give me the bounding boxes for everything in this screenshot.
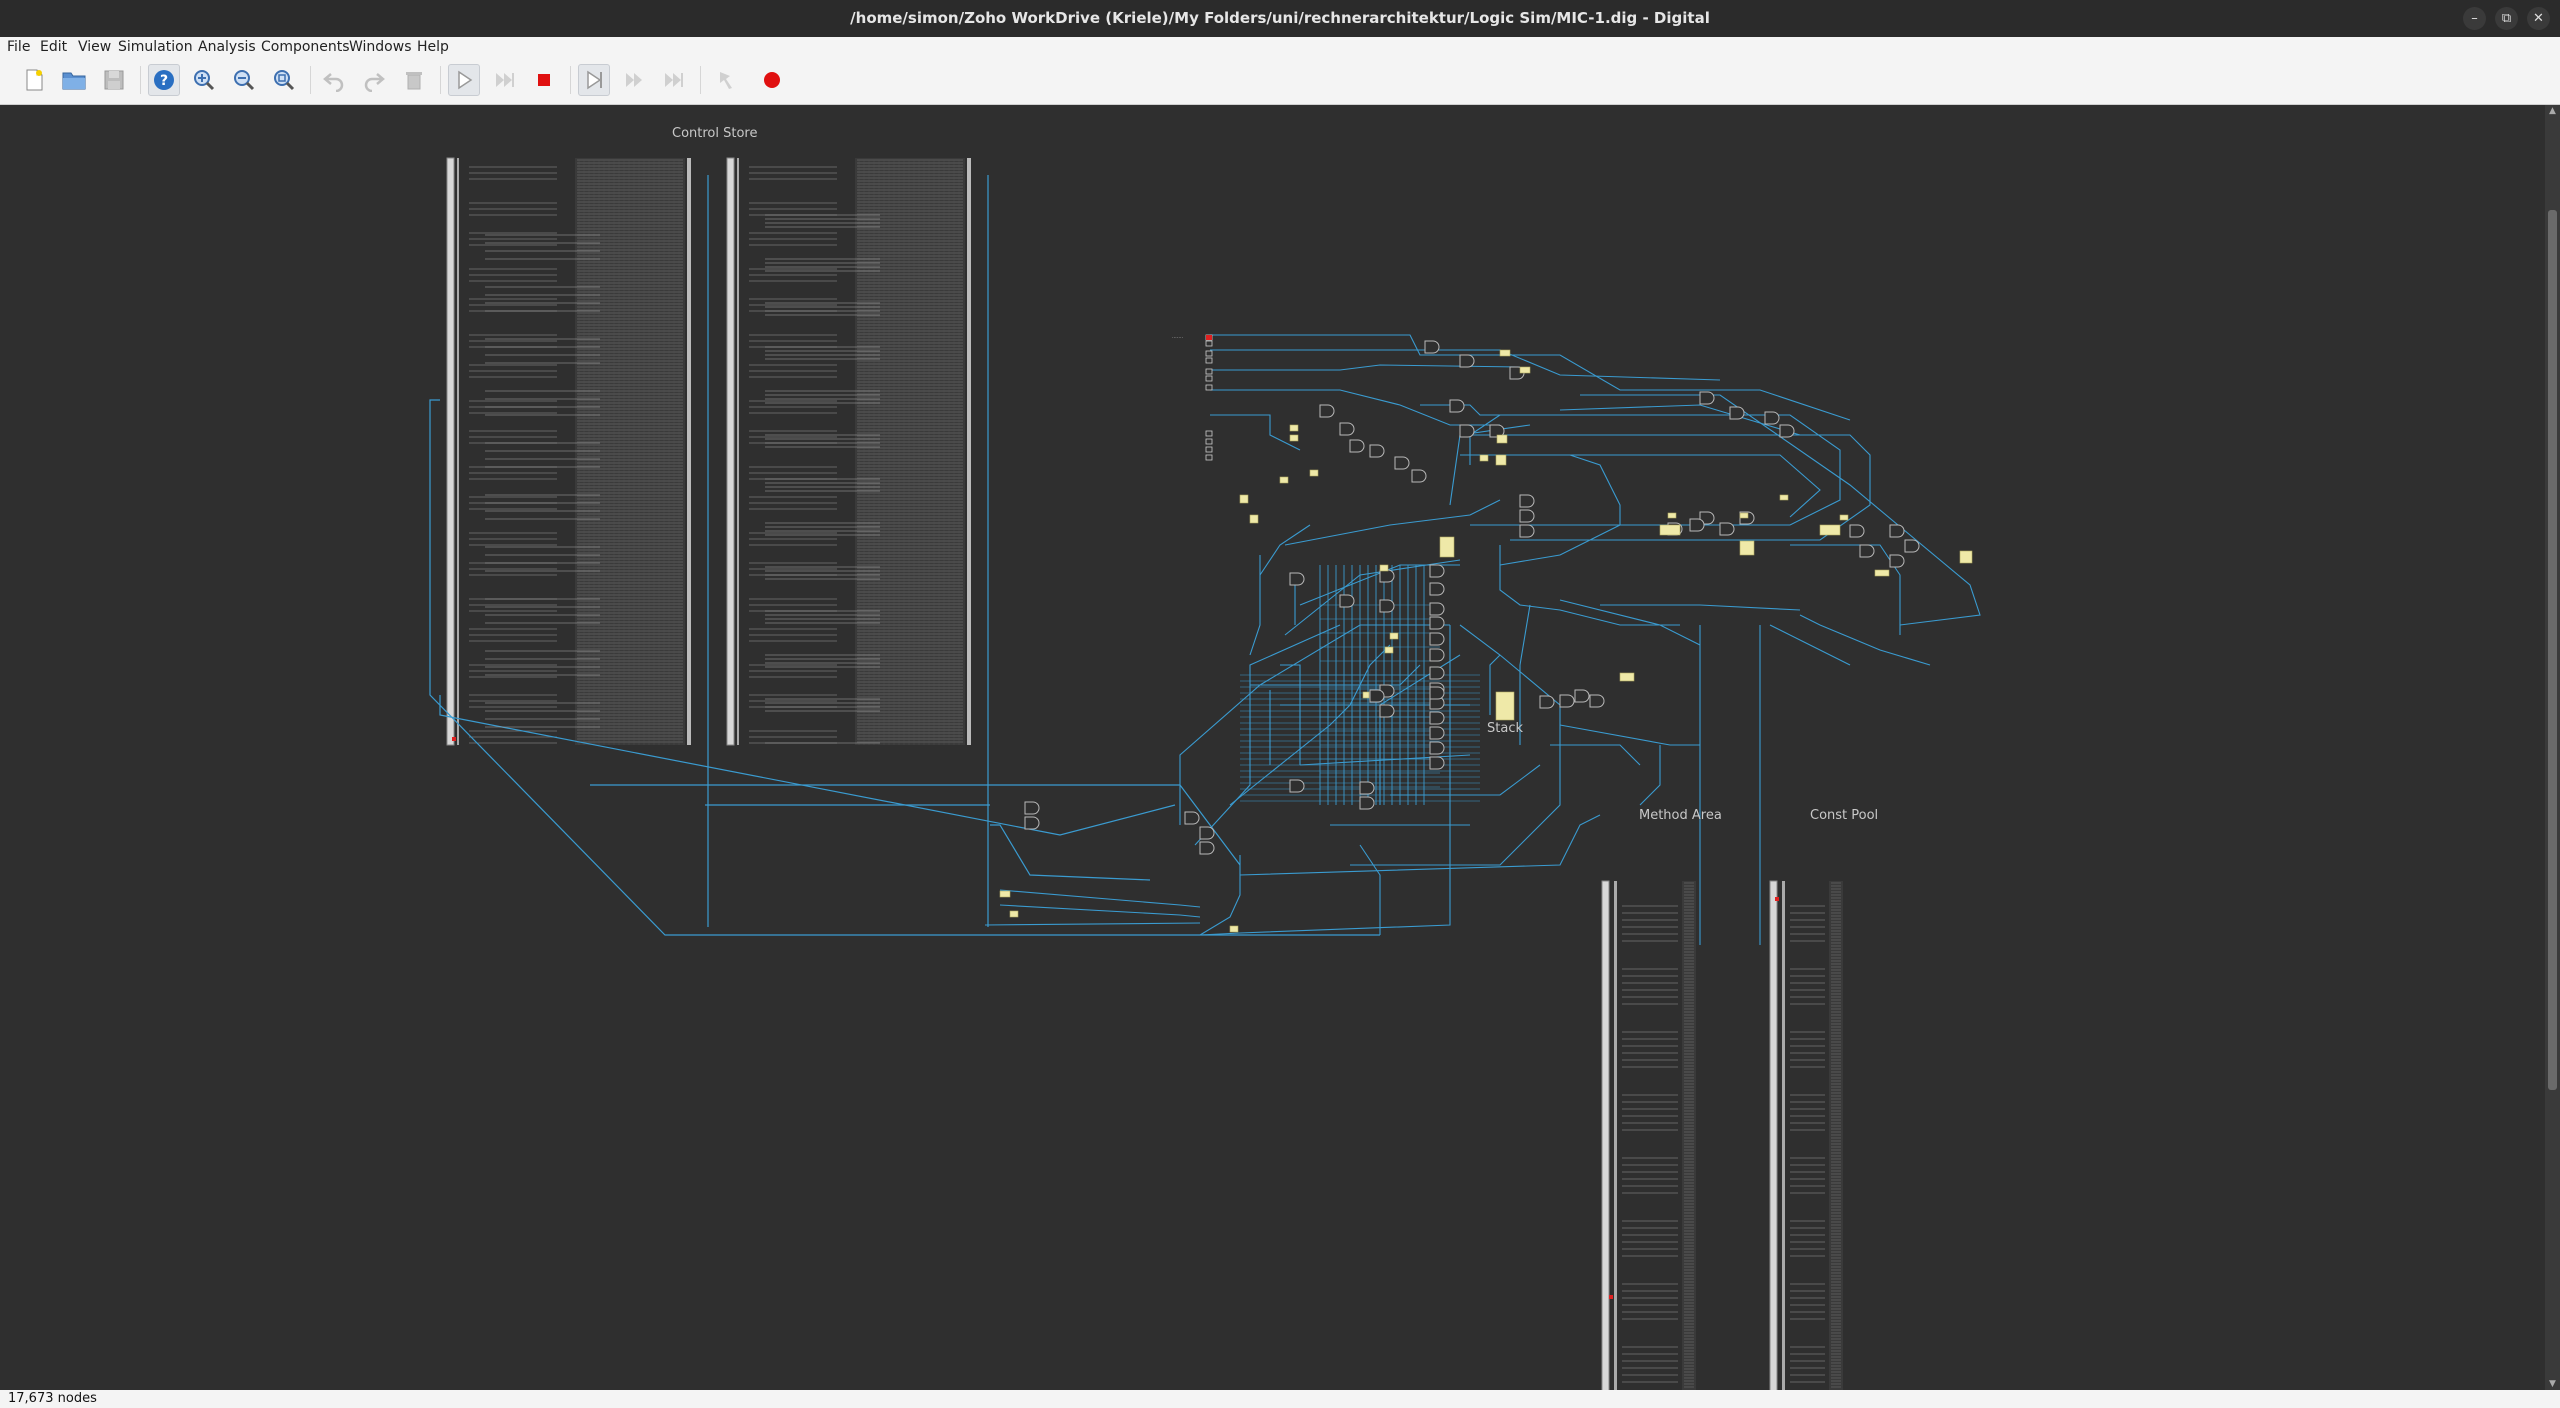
menu-windows[interactable]: Windows: [349, 37, 412, 57]
menu-edit[interactable]: Edit: [40, 37, 67, 57]
stop-simulation-icon[interactable]: [528, 64, 560, 96]
analysis-icon[interactable]: [712, 64, 744, 96]
stack-label: Stack: [1487, 721, 1523, 736]
circuit-diagram: ·······: [429, 157, 1981, 1390]
undo-icon[interactable]: [318, 64, 350, 96]
zoom-fit-icon[interactable]: [268, 64, 300, 96]
toolbar: ?: [0, 57, 2560, 105]
help-icon[interactable]: ?: [148, 64, 180, 96]
menu-help[interactable]: Help: [417, 37, 449, 57]
vertical-scrollbar[interactable]: ▲ ▼: [2545, 105, 2560, 1390]
menu-view[interactable]: View: [78, 37, 111, 57]
single-step-icon[interactable]: [578, 64, 610, 96]
close-icon[interactable]: ✕: [2527, 7, 2550, 30]
menu-simulation[interactable]: Simulation: [118, 37, 193, 57]
start-simulation-icon[interactable]: [448, 64, 480, 96]
menu-file[interactable]: File: [7, 37, 30, 57]
circuit-canvas[interactable]: ······· Control Store Stack Method Area …: [0, 105, 2545, 1390]
node-count: 17,673 nodes: [8, 1391, 97, 1406]
scroll-down-icon[interactable]: ▼: [2545, 1378, 2560, 1390]
zoom-in-icon[interactable]: [188, 64, 220, 96]
run-to-break-icon[interactable]: [618, 64, 650, 96]
record-icon[interactable]: [756, 64, 788, 96]
window-title: /home/simon/Zoho WorkDrive (Kriele)/My F…: [850, 9, 1710, 27]
run-to-end-icon[interactable]: [658, 64, 690, 96]
save-icon[interactable]: [98, 64, 130, 96]
restore-icon[interactable]: ⧉: [2495, 7, 2518, 30]
scrollbar-thumb[interactable]: [2548, 210, 2557, 1090]
zoom-out-icon[interactable]: [228, 64, 260, 96]
title-bar: /home/simon/Zoho WorkDrive (Kriele)/My F…: [0, 0, 2560, 37]
menu-analysis[interactable]: Analysis: [198, 37, 256, 57]
control-store-label: Control Store: [672, 126, 758, 141]
status-bar: 17,673 nodes: [0, 1390, 2560, 1408]
const-pool-label: Const Pool: [1810, 808, 1879, 823]
menu-bar: File Edit View Simulation Analysis Compo…: [0, 37, 2560, 57]
method-area-label: Method Area: [1639, 808, 1722, 823]
menu-components[interactable]: Components: [261, 37, 350, 57]
open-folder-icon[interactable]: [58, 64, 90, 96]
new-file-icon[interactable]: [18, 64, 50, 96]
minimize-icon[interactable]: –: [2463, 7, 2486, 30]
svg-text:·······: ·······: [1172, 335, 1184, 341]
delete-icon[interactable]: [398, 64, 430, 96]
redo-icon[interactable]: [358, 64, 390, 96]
svg-text:?: ?: [160, 73, 168, 89]
scroll-up-icon[interactable]: ▲: [2545, 105, 2560, 117]
fast-run-icon[interactable]: [488, 64, 520, 96]
